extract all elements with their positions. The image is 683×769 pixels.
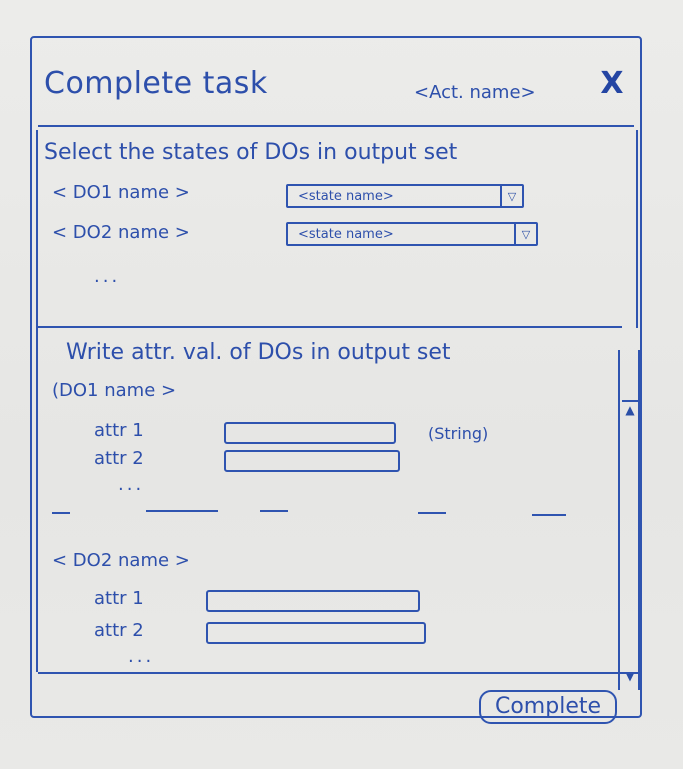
do1-state-value: <state name> [298, 188, 394, 204]
do1-attr2-label: attr 2 [94, 448, 144, 469]
states-ellipsis: ... [94, 266, 121, 287]
whiteboard-background: Complete task <Act. name> X Select the s… [0, 0, 683, 769]
do2-state-select[interactable]: <state name> ▽ [286, 222, 538, 246]
separator-dash [52, 512, 70, 514]
do1-state-label: < DO1 name > [52, 182, 190, 203]
do1-attr1-type-hint: (String) [428, 424, 489, 443]
states-heading: Select the states of DOs in output set [44, 140, 458, 165]
attributes-section: Write attr. val. of DOs in output set (D… [36, 326, 622, 672]
close-icon[interactable]: X [598, 69, 626, 99]
separator-dash [260, 510, 288, 512]
do2-state-value: <state name> [298, 226, 394, 242]
attributes-heading: Write attr. val. of DOs in output set [66, 340, 451, 365]
do2-attrs-ellipsis: ... [128, 646, 155, 667]
do1-attr1-label: attr 1 [94, 420, 144, 441]
do2-attr2-label: attr 2 [94, 620, 144, 641]
do1-state-select[interactable]: <state name> ▽ [286, 184, 524, 208]
do1-attrs-ellipsis: ... [118, 474, 145, 495]
do2-state-label: < DO2 name > [52, 222, 190, 243]
do2-attr1-label: attr 1 [94, 588, 144, 609]
do1-attr-group-label: (DO1 name > [52, 380, 177, 401]
footer-divider [38, 672, 638, 674]
states-section: Select the states of DOs in output set <… [36, 130, 638, 328]
activity-name: <Act. name> [414, 82, 536, 103]
attributes-scrollbar[interactable]: ▲ ▼ [618, 350, 640, 690]
title-divider [38, 125, 634, 127]
complete-task-dialog: Complete task <Act. name> X Select the s… [30, 36, 642, 724]
complete-button[interactable]: Complete [479, 690, 617, 724]
separator-dash [532, 514, 566, 516]
chevron-down-icon[interactable]: ▽ [500, 186, 522, 206]
do2-attr1-input[interactable] [206, 590, 420, 612]
separator-dash [418, 512, 446, 514]
chevron-down-icon[interactable]: ▽ [514, 224, 536, 244]
do2-attr-group-label: < DO2 name > [52, 550, 190, 571]
arrow-down-icon[interactable]: ▼ [622, 668, 638, 684]
do1-attr2-input[interactable] [224, 450, 400, 472]
do2-attr2-input[interactable] [206, 622, 426, 644]
separator-dash [146, 510, 218, 512]
arrow-up-icon[interactable]: ▲ [622, 400, 638, 418]
dialog-title: Complete task [44, 66, 268, 101]
do1-attr1-input[interactable] [224, 422, 396, 444]
